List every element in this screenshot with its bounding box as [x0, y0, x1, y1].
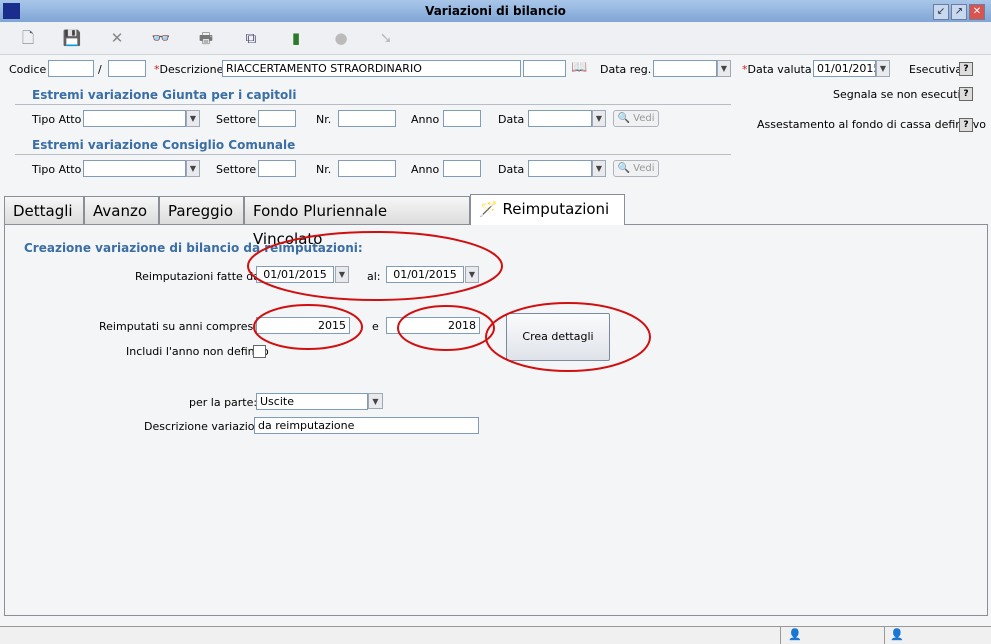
annotation-ellipse-dates	[247, 231, 503, 301]
annotation-ellipse-anno-a	[397, 305, 495, 351]
user-icon[interactable]: 👤	[788, 628, 802, 641]
annotation-ellipse-crea-button	[485, 302, 651, 372]
annotation-overlay	[247, 231, 651, 372]
divider	[780, 627, 781, 644]
annotation-ellipse-anno-da	[253, 304, 363, 350]
divider	[884, 627, 885, 644]
user-info-icon[interactable]: 👤	[890, 628, 904, 641]
status-bar: 👤 👤	[0, 626, 991, 644]
